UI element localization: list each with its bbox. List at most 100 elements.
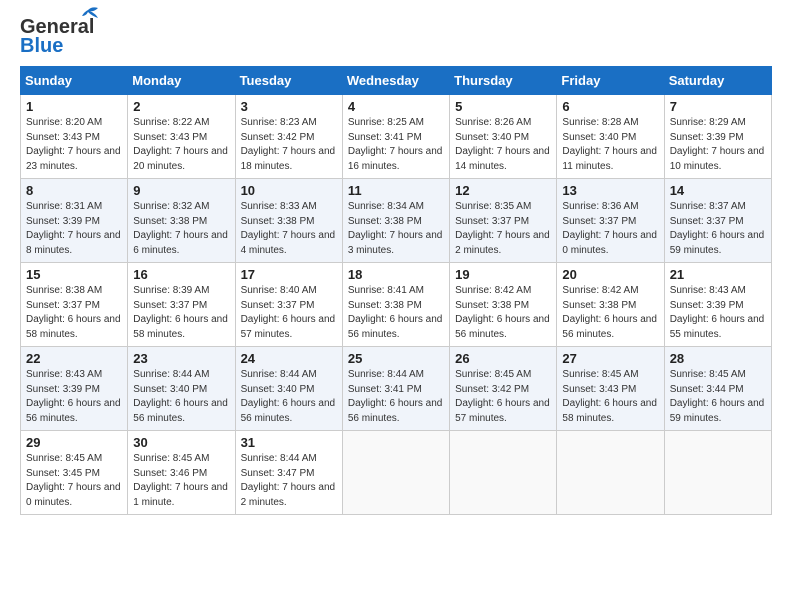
calendar-day-cell: 29 Sunrise: 8:45 AMSunset: 3:45 PMDaylig… — [21, 431, 128, 515]
calendar-day-cell: 3 Sunrise: 8:23 AMSunset: 3:42 PMDayligh… — [235, 95, 342, 179]
day-number: 21 — [670, 267, 766, 282]
day-info: Sunrise: 8:44 AMSunset: 3:41 PMDaylight:… — [348, 369, 443, 424]
calendar-day-cell: 14 Sunrise: 8:37 AMSunset: 3:37 PMDaylig… — [664, 179, 771, 263]
day-number: 11 — [348, 183, 444, 198]
calendar-day-cell: 17 Sunrise: 8:40 AMSunset: 3:37 PMDaylig… — [235, 263, 342, 347]
day-info: Sunrise: 8:45 AMSunset: 3:42 PMDaylight:… — [455, 369, 550, 424]
day-info: Sunrise: 8:28 AMSunset: 3:40 PMDaylight:… — [562, 117, 657, 172]
day-number: 8 — [26, 183, 122, 198]
day-number: 7 — [670, 99, 766, 114]
calendar-day-cell: 6 Sunrise: 8:28 AMSunset: 3:40 PMDayligh… — [557, 95, 664, 179]
day-number: 13 — [562, 183, 658, 198]
day-info: Sunrise: 8:34 AMSunset: 3:38 PMDaylight:… — [348, 201, 443, 256]
day-info: Sunrise: 8:39 AMSunset: 3:37 PMDaylight:… — [133, 285, 228, 340]
calendar-day-cell: 11 Sunrise: 8:34 AMSunset: 3:38 PMDaylig… — [342, 179, 449, 263]
calendar-day-cell: 4 Sunrise: 8:25 AMSunset: 3:41 PMDayligh… — [342, 95, 449, 179]
day-number: 20 — [562, 267, 658, 282]
day-number: 24 — [241, 351, 337, 366]
column-header-monday: Monday — [128, 67, 235, 95]
day-info: Sunrise: 8:29 AMSunset: 3:39 PMDaylight:… — [670, 117, 765, 172]
day-number: 19 — [455, 267, 551, 282]
day-info: Sunrise: 8:36 AMSunset: 3:37 PMDaylight:… — [562, 201, 657, 256]
day-number: 26 — [455, 351, 551, 366]
calendar-day-cell: 27 Sunrise: 8:45 AMSunset: 3:43 PMDaylig… — [557, 347, 664, 431]
calendar-week-row: 1 Sunrise: 8:20 AMSunset: 3:43 PMDayligh… — [21, 95, 772, 179]
calendar-day-cell: 24 Sunrise: 8:44 AMSunset: 3:40 PMDaylig… — [235, 347, 342, 431]
calendar-day-cell: 28 Sunrise: 8:45 AMSunset: 3:44 PMDaylig… — [664, 347, 771, 431]
day-number: 3 — [241, 99, 337, 114]
calendar-day-cell: 16 Sunrise: 8:39 AMSunset: 3:37 PMDaylig… — [128, 263, 235, 347]
bird-icon — [78, 6, 100, 24]
day-number: 16 — [133, 267, 229, 282]
day-info: Sunrise: 8:23 AMSunset: 3:42 PMDaylight:… — [241, 117, 336, 172]
calendar-week-row: 22 Sunrise: 8:43 AMSunset: 3:39 PMDaylig… — [21, 347, 772, 431]
calendar-day-cell: 2 Sunrise: 8:22 AMSunset: 3:43 PMDayligh… — [128, 95, 235, 179]
day-info: Sunrise: 8:20 AMSunset: 3:43 PMDaylight:… — [26, 117, 121, 172]
calendar-day-cell: 21 Sunrise: 8:43 AMSunset: 3:39 PMDaylig… — [664, 263, 771, 347]
calendar-day-cell: 13 Sunrise: 8:36 AMSunset: 3:37 PMDaylig… — [557, 179, 664, 263]
calendar-week-row: 15 Sunrise: 8:38 AMSunset: 3:37 PMDaylig… — [21, 263, 772, 347]
day-info: Sunrise: 8:37 AMSunset: 3:37 PMDaylight:… — [670, 201, 765, 256]
column-header-friday: Friday — [557, 67, 664, 95]
calendar-table: SundayMondayTuesdayWednesdayThursdayFrid… — [20, 66, 772, 515]
day-number: 4 — [348, 99, 444, 114]
calendar-week-row: 8 Sunrise: 8:31 AMSunset: 3:39 PMDayligh… — [21, 179, 772, 263]
day-info: Sunrise: 8:45 AMSunset: 3:46 PMDaylight:… — [133, 453, 228, 508]
day-info: Sunrise: 8:45 AMSunset: 3:44 PMDaylight:… — [670, 369, 765, 424]
day-number: 31 — [241, 435, 337, 450]
column-header-wednesday: Wednesday — [342, 67, 449, 95]
calendar-day-cell: 15 Sunrise: 8:38 AMSunset: 3:37 PMDaylig… — [21, 263, 128, 347]
calendar-day-cell: 5 Sunrise: 8:26 AMSunset: 3:40 PMDayligh… — [450, 95, 557, 179]
calendar-day-cell: 9 Sunrise: 8:32 AMSunset: 3:38 PMDayligh… — [128, 179, 235, 263]
day-number: 6 — [562, 99, 658, 114]
day-info: Sunrise: 8:43 AMSunset: 3:39 PMDaylight:… — [26, 369, 121, 424]
calendar-header-row: SundayMondayTuesdayWednesdayThursdayFrid… — [21, 67, 772, 95]
column-header-tuesday: Tuesday — [235, 67, 342, 95]
day-number: 5 — [455, 99, 551, 114]
calendar-day-cell: 1 Sunrise: 8:20 AMSunset: 3:43 PMDayligh… — [21, 95, 128, 179]
day-number: 10 — [241, 183, 337, 198]
calendar-week-row: 29 Sunrise: 8:45 AMSunset: 3:45 PMDaylig… — [21, 431, 772, 515]
day-info: Sunrise: 8:31 AMSunset: 3:39 PMDaylight:… — [26, 201, 121, 256]
day-number: 12 — [455, 183, 551, 198]
day-info: Sunrise: 8:33 AMSunset: 3:38 PMDaylight:… — [241, 201, 336, 256]
calendar-day-cell: 10 Sunrise: 8:33 AMSunset: 3:38 PMDaylig… — [235, 179, 342, 263]
day-number: 2 — [133, 99, 229, 114]
calendar-day-cell: 26 Sunrise: 8:45 AMSunset: 3:42 PMDaylig… — [450, 347, 557, 431]
column-header-thursday: Thursday — [450, 67, 557, 95]
day-info: Sunrise: 8:45 AMSunset: 3:43 PMDaylight:… — [562, 369, 657, 424]
day-info: Sunrise: 8:22 AMSunset: 3:43 PMDaylight:… — [133, 117, 228, 172]
day-info: Sunrise: 8:38 AMSunset: 3:37 PMDaylight:… — [26, 285, 121, 340]
day-info: Sunrise: 8:40 AMSunset: 3:37 PMDaylight:… — [241, 285, 336, 340]
day-info: Sunrise: 8:41 AMSunset: 3:38 PMDaylight:… — [348, 285, 443, 340]
day-number: 30 — [133, 435, 229, 450]
day-info: Sunrise: 8:25 AMSunset: 3:41 PMDaylight:… — [348, 117, 443, 172]
column-header-sunday: Sunday — [21, 67, 128, 95]
day-number: 9 — [133, 183, 229, 198]
day-number: 1 — [26, 99, 122, 114]
day-number: 15 — [26, 267, 122, 282]
day-number: 23 — [133, 351, 229, 366]
day-info: Sunrise: 8:26 AMSunset: 3:40 PMDaylight:… — [455, 117, 550, 172]
day-number: 14 — [670, 183, 766, 198]
day-info: Sunrise: 8:42 AMSunset: 3:38 PMDaylight:… — [562, 285, 657, 340]
calendar-day-cell: 20 Sunrise: 8:42 AMSunset: 3:38 PMDaylig… — [557, 263, 664, 347]
day-info: Sunrise: 8:44 AMSunset: 3:40 PMDaylight:… — [241, 369, 336, 424]
calendar-day-cell: 30 Sunrise: 8:45 AMSunset: 3:46 PMDaylig… — [128, 431, 235, 515]
day-info: Sunrise: 8:44 AMSunset: 3:40 PMDaylight:… — [133, 369, 228, 424]
calendar-day-cell — [557, 431, 664, 515]
calendar-day-cell: 31 Sunrise: 8:44 AMSunset: 3:47 PMDaylig… — [235, 431, 342, 515]
calendar-day-cell: 8 Sunrise: 8:31 AMSunset: 3:39 PMDayligh… — [21, 179, 128, 263]
day-number: 28 — [670, 351, 766, 366]
calendar-day-cell: 12 Sunrise: 8:35 AMSunset: 3:37 PMDaylig… — [450, 179, 557, 263]
day-number: 18 — [348, 267, 444, 282]
calendar-day-cell — [450, 431, 557, 515]
day-number: 29 — [26, 435, 122, 450]
calendar-day-cell: 18 Sunrise: 8:41 AMSunset: 3:38 PMDaylig… — [342, 263, 449, 347]
logo: General Blue — [20, 16, 94, 58]
day-info: Sunrise: 8:43 AMSunset: 3:39 PMDaylight:… — [670, 285, 765, 340]
day-number: 17 — [241, 267, 337, 282]
page-header: General Blue — [20, 16, 772, 58]
calendar-day-cell — [342, 431, 449, 515]
day-info: Sunrise: 8:32 AMSunset: 3:38 PMDaylight:… — [133, 201, 228, 256]
